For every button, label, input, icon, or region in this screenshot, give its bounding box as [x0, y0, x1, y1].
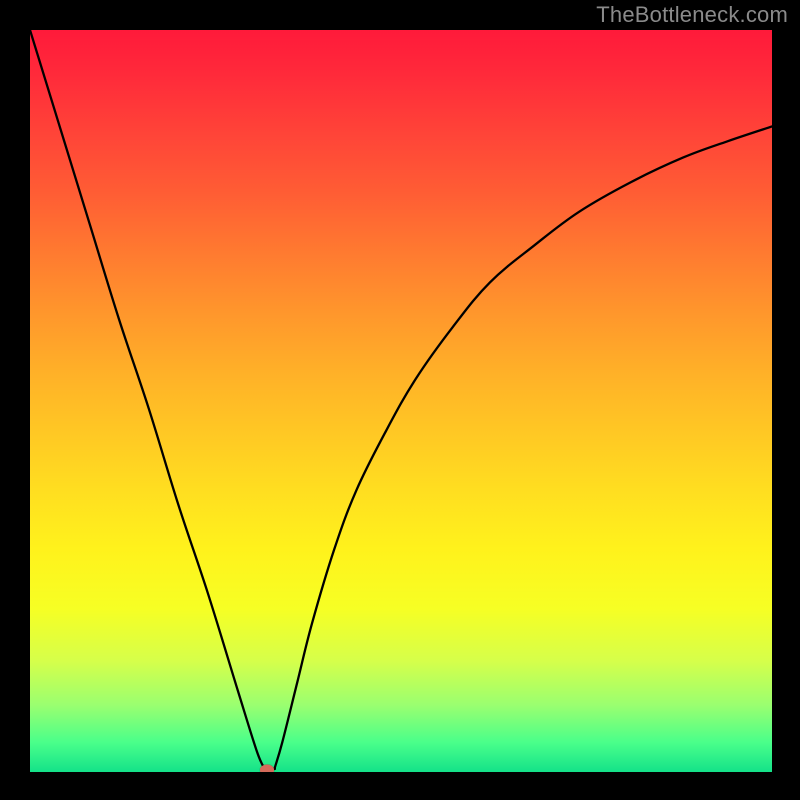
chart-frame: TheBottleneck.com — [0, 0, 800, 800]
bottleneck-curve — [30, 30, 772, 772]
optimum-marker — [260, 765, 274, 773]
plot-area — [30, 30, 772, 772]
curve-path — [30, 30, 772, 769]
watermark-text: TheBottleneck.com — [596, 2, 788, 28]
